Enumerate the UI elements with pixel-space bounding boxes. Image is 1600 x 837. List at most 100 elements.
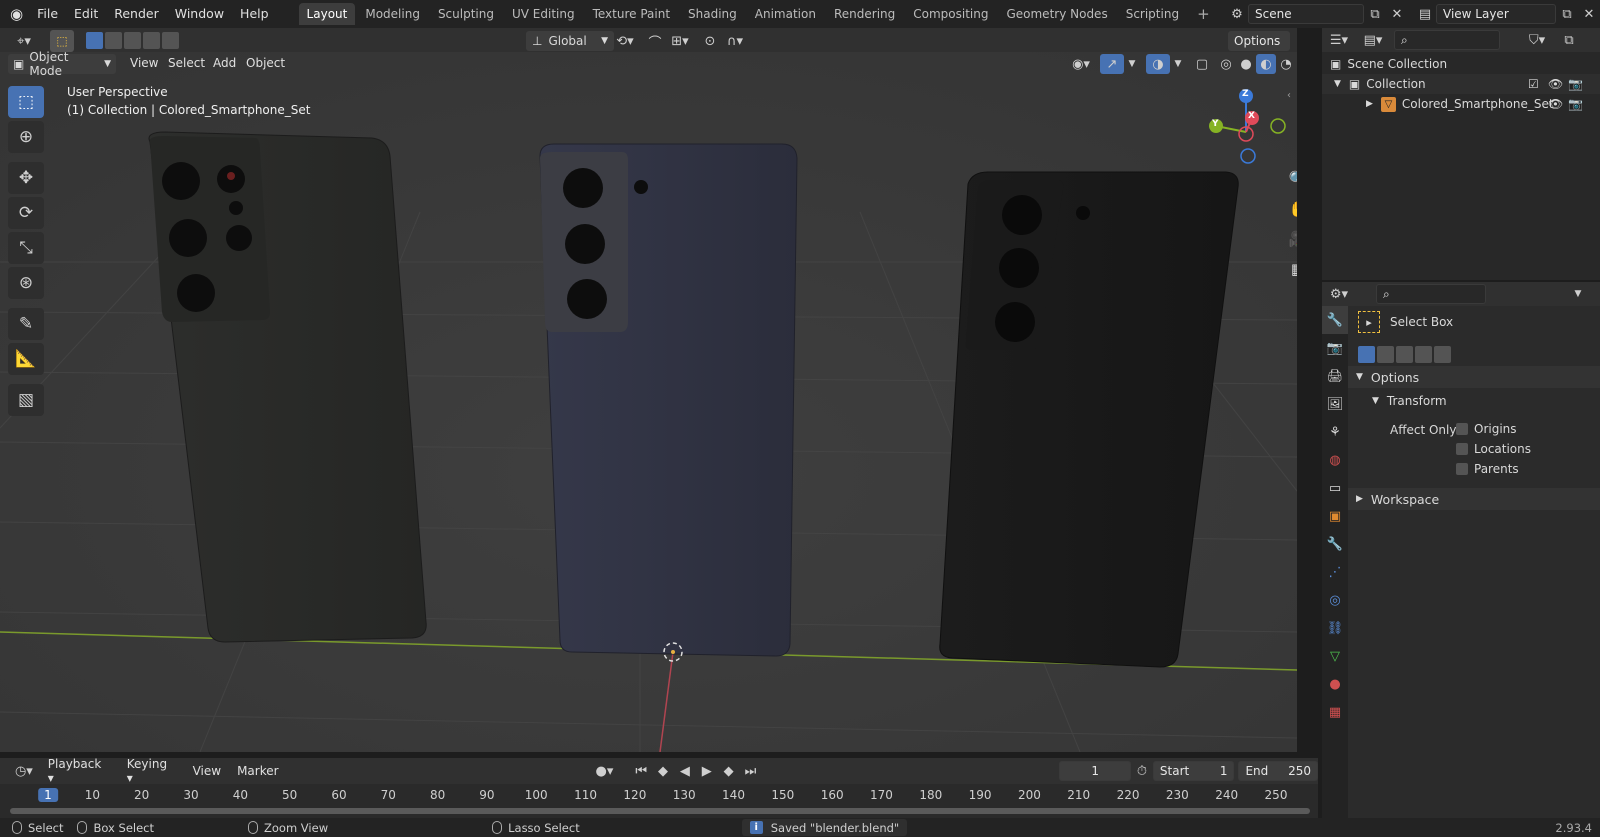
add-cube-tool-icon[interactable]: ▧ xyxy=(8,384,44,416)
object-tab-icon[interactable]: ▣ xyxy=(1322,502,1348,530)
particles-tab-icon[interactable]: ⋰ xyxy=(1322,558,1348,586)
active-tool-icon[interactable]: ⬚ xyxy=(50,30,74,52)
origins-checkbox[interactable]: Origins xyxy=(1456,422,1517,436)
record-keyframe-icon[interactable]: ●▾ xyxy=(591,761,619,781)
outliner-row-object[interactable]: ▶ ▽ Colored_Smartphone_Set 👁 📷 xyxy=(1322,94,1600,114)
menu-timeline-view[interactable]: View xyxy=(185,764,229,778)
tab-modeling[interactable]: Modeling xyxy=(357,3,428,25)
select-mode-group[interactable] xyxy=(86,32,179,49)
tab-animation[interactable]: Animation xyxy=(747,3,824,25)
view-layer-icon[interactable]: ▤ xyxy=(1414,4,1436,24)
solid-shading-icon[interactable]: ● xyxy=(1236,54,1256,74)
menu-file[interactable]: File xyxy=(29,0,66,28)
start-frame-field[interactable]: Start 1 xyxy=(1152,761,1235,781)
outliner-search-input[interactable]: ⌕ xyxy=(1394,30,1500,50)
delete-view-layer-icon[interactable]: ✕ xyxy=(1578,4,1600,24)
tab-layout[interactable]: Layout xyxy=(298,3,356,25)
world-tab-icon[interactable]: ◍ xyxy=(1322,446,1348,474)
properties-editor-icon[interactable]: ⚙▾ xyxy=(1324,284,1354,304)
cursor-tool-icon[interactable]: ⊕ xyxy=(8,121,44,153)
navigation-gizmo[interactable]: Z Y X xyxy=(1208,86,1290,164)
gizmo-toggle-icon[interactable]: ↗ xyxy=(1100,54,1124,74)
snap-icon[interactable]: ⌒ xyxy=(644,31,666,51)
tab-uv-editing[interactable]: UV Editing xyxy=(504,3,583,25)
falloff-icon[interactable]: ∩▾ xyxy=(720,31,750,51)
select-new-icon[interactable] xyxy=(86,32,103,49)
camera-icon[interactable]: 📷 xyxy=(1568,77,1583,91)
overlay-dropdown-icon[interactable]: ▼ xyxy=(1170,54,1186,74)
move-tool-icon[interactable]: ✥ xyxy=(8,162,44,194)
sidebar-toggle-icon[interactable]: ‹ xyxy=(1287,90,1291,101)
scale-tool-icon[interactable]: ⤡ xyxy=(8,232,44,264)
view-layer-tab-icon[interactable]: 🖼 xyxy=(1322,390,1348,418)
current-frame-indicator[interactable]: 1 xyxy=(38,788,58,802)
output-tab-icon[interactable]: 🖨 xyxy=(1322,362,1348,390)
options-panel-header[interactable]: ▼ Options xyxy=(1348,366,1600,388)
select-new-icon[interactable] xyxy=(1358,346,1375,363)
area-divider[interactable] xyxy=(1298,28,1322,818)
new-collection-icon[interactable]: ⧉ xyxy=(1558,30,1580,50)
eye-icon[interactable]: 👁 xyxy=(1548,97,1563,111)
prev-keyframe-icon[interactable]: ◆ xyxy=(652,761,674,781)
view-layer-field[interactable]: View Layer xyxy=(1436,4,1556,24)
outliner-row-collection[interactable]: ▼ ▣ Collection ☑ 👁 📷 xyxy=(1322,74,1600,94)
new-view-layer-icon[interactable]: ⧉ xyxy=(1556,4,1578,24)
select-subtract-icon[interactable] xyxy=(124,32,141,49)
physics-tab-icon[interactable]: ◎ xyxy=(1322,586,1348,614)
visibility-icon[interactable]: ◉▾ xyxy=(1066,54,1096,74)
proportional-edit-icon[interactable]: ⊙ xyxy=(700,31,720,51)
timeline-editor-icon[interactable]: ◷▾ xyxy=(8,761,40,781)
render-tab-icon[interactable]: 📷 xyxy=(1322,334,1348,362)
tab-rendering[interactable]: Rendering xyxy=(826,3,903,25)
select-subtract-icon[interactable] xyxy=(1396,346,1413,363)
current-frame-field[interactable]: 1 xyxy=(1059,761,1132,781)
options-dropdown[interactable]: Options ▾ xyxy=(1228,31,1290,68)
snap-target-icon[interactable]: ⊞▾ xyxy=(666,31,694,51)
tab-sculpting[interactable]: Sculpting xyxy=(430,3,502,25)
timeline-area[interactable]: 1 10 20 30 40 50 60 70 80 90 100 110 120 130 140 150 160… xyxy=(0,784,1318,818)
tab-texture-paint[interactable]: Texture Paint xyxy=(585,3,678,25)
select-invert-icon[interactable] xyxy=(143,32,160,49)
add-workspace-icon[interactable]: + xyxy=(1189,3,1218,25)
constraints-tab-icon[interactable]: ⛓ xyxy=(1322,614,1348,642)
blender-logo-icon[interactable]: ◉ xyxy=(0,0,29,28)
transform-subpanel-header[interactable]: ▼ Transform xyxy=(1352,390,1600,412)
display-mode-icon[interactable]: ▤▾ xyxy=(1358,30,1388,50)
menu-help[interactable]: Help xyxy=(232,0,277,28)
status-message[interactable]: i Saved "blender.blend" xyxy=(741,819,908,836)
outliner-editor-icon[interactable]: ☰▾ xyxy=(1324,30,1354,50)
parents-checkbox[interactable]: Parents xyxy=(1456,462,1519,476)
transform-tool-icon[interactable]: ⊛ xyxy=(8,267,44,299)
tab-compositing[interactable]: Compositing xyxy=(905,3,996,25)
select-box-tool-icon[interactable]: ⬚ xyxy=(8,86,44,118)
properties-options-icon[interactable]: ▼ xyxy=(1568,284,1588,304)
stopwatch-icon[interactable]: ⏱ xyxy=(1131,761,1153,781)
material-shading-icon[interactable]: ◐ xyxy=(1256,54,1276,74)
expand-arrow-icon[interactable]: ▶ xyxy=(1366,99,1373,109)
properties-search-input[interactable]: ⌕ xyxy=(1376,284,1486,304)
menu-object[interactable]: Object xyxy=(238,56,293,70)
rotate-tool-icon[interactable]: ⟳ xyxy=(8,197,44,229)
select-intersect-icon[interactable] xyxy=(1434,346,1451,363)
gizmo-dropdown-icon[interactable]: ▼ xyxy=(1124,54,1140,74)
pivot-icon[interactable]: ⟲▾ xyxy=(610,31,640,51)
select-extend-icon[interactable] xyxy=(1377,346,1394,363)
menu-marker[interactable]: Marker xyxy=(229,764,286,778)
menu-edit[interactable]: Edit xyxy=(66,0,106,28)
tool-tab-icon[interactable]: 🔧 xyxy=(1322,306,1348,334)
texture-tab-icon[interactable]: ▦ xyxy=(1322,698,1348,726)
wireframe-shading-icon[interactable]: ◎ xyxy=(1216,54,1236,74)
select-mode-group[interactable] xyxy=(1358,346,1451,363)
camera-icon[interactable]: 📷 xyxy=(1568,97,1583,111)
menu-playback[interactable]: Playback ▾ xyxy=(40,757,119,785)
rendered-shading-icon[interactable]: ◔ xyxy=(1276,54,1296,74)
modifier-tab-icon[interactable]: 🔧 xyxy=(1322,530,1348,558)
3d-viewport[interactable]: User Perspective (1) Collection | Colore… xyxy=(0,52,1297,752)
tab-shading[interactable]: Shading xyxy=(680,3,745,25)
outliner-row-scene-collection[interactable]: ▣ Scene Collection xyxy=(1330,54,1600,74)
locations-checkbox[interactable]: Locations xyxy=(1456,442,1531,456)
phone-middle[interactable] xyxy=(539,143,798,657)
menu-keying[interactable]: Keying ▾ xyxy=(119,757,185,785)
end-frame-field[interactable]: End 250 xyxy=(1238,761,1319,781)
overlay-toggle-icon[interactable]: ◑ xyxy=(1146,54,1170,74)
